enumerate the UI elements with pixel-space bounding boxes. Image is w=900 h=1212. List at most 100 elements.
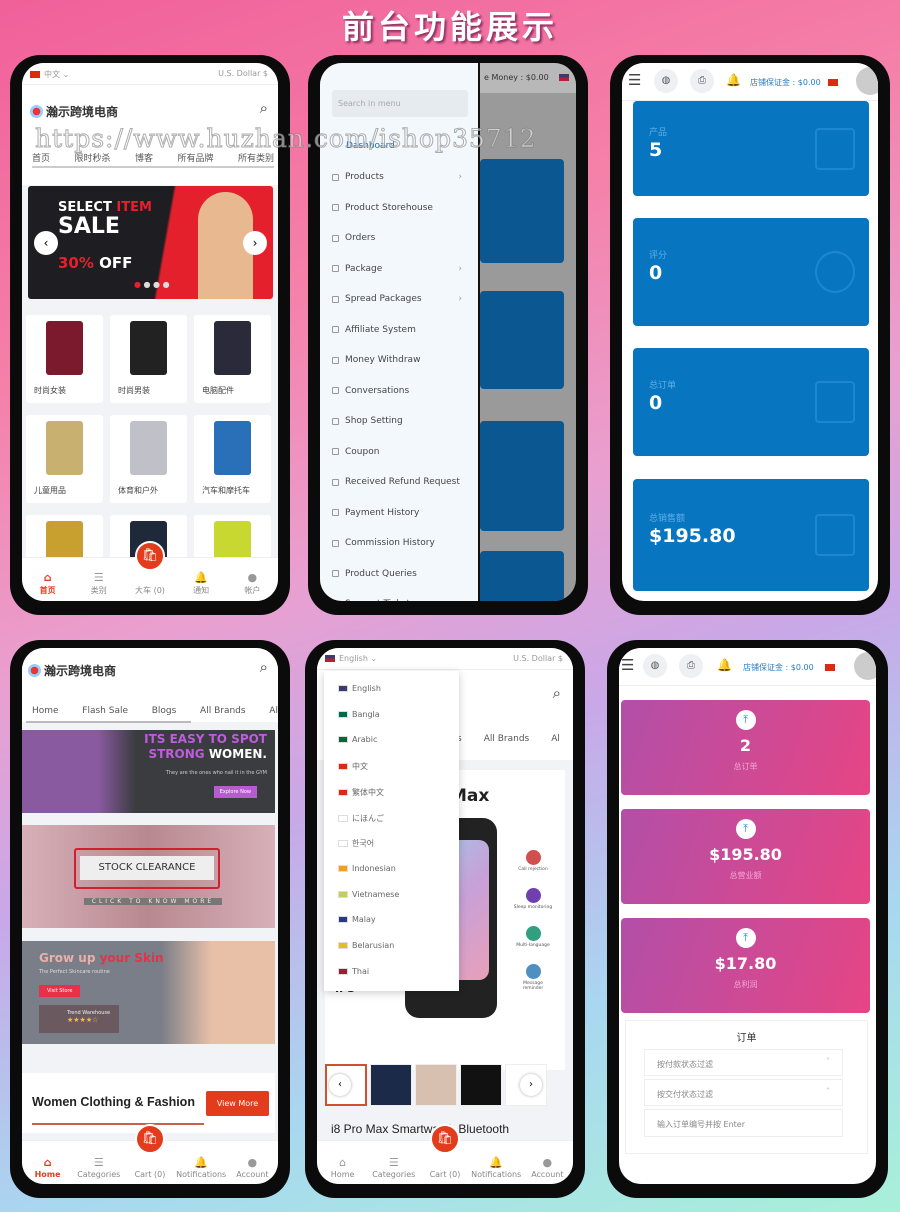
language-option[interactable]: Thai [338,967,369,976]
nav-tab[interactable]: Home [32,706,59,716]
hamburger-menu-icon[interactable]: ☰ [628,71,641,89]
language-option[interactable]: 中文 [338,761,368,772]
sidebar-item[interactable]: Money Withdraw [332,355,462,365]
flag-icon[interactable] [825,664,835,671]
sidebar-item[interactable]: Conversations [332,386,462,396]
nav-tab[interactable]: Al [269,706,278,716]
nav-tab[interactable]: 首页 [32,151,50,164]
thumbnail-prev-button[interactable]: ‹ [329,1074,351,1096]
thumbnail-next-button[interactable]: › [520,1074,542,1096]
view-more-button[interactable]: View More [206,1091,269,1116]
nav-tab[interactable]: Flash Sale [82,706,128,716]
bottom-nav-item[interactable]: 🔔 通知 [176,571,226,596]
language-option[interactable]: Indonesian [338,864,396,873]
language-option[interactable]: 繁体中文 [338,787,384,798]
language-option[interactable]: Belarusian [338,941,394,950]
currency-selector[interactable]: U.S. Dollar $ [218,69,268,78]
nav-tab[interactable]: All Brands [484,734,530,744]
search-icon[interactable]: ⌕ [553,684,561,702]
stat-card[interactable]: ⤒ 2 总订单 [621,700,870,795]
nav-tab[interactable]: 博客 [135,151,153,164]
bottom-nav-item[interactable]: ⌂ Home [23,1156,73,1179]
bottom-nav-item[interactable]: ⌂ 首页 [23,571,73,596]
product-thumbnail[interactable] [460,1064,502,1106]
sidebar-item[interactable]: Payment History [332,508,462,518]
avatar[interactable] [856,67,878,95]
bottom-nav-item[interactable]: ☰ Categories [74,1156,124,1179]
bottom-nav-item[interactable]: 🔔 Notifications [176,1156,226,1179]
nav-tab[interactable]: Al [551,734,560,744]
language-option[interactable]: Vietnamese [338,890,399,899]
stat-card[interactable]: 总订单 0 [633,348,869,456]
sidebar-item[interactable]: Commission History [332,538,462,548]
category-card[interactable]: 汽车和摩托车 [194,415,271,503]
stat-card[interactable]: ⤒ $195.80 总营业额 [621,809,870,904]
bottom-nav-item[interactable]: ● Account [227,1156,277,1179]
language-option[interactable]: English [338,684,381,693]
bottom-nav-item[interactable]: Cart (0) [125,1156,175,1179]
sidebar-item[interactable]: Orders [332,233,462,243]
search-icon[interactable]: ⌕ [260,99,268,117]
bottom-nav-item[interactable]: ⌂ Home [318,1156,368,1179]
cart-button[interactable]: 🛍 [135,1124,165,1154]
language-option[interactable]: Bangla [338,710,380,719]
stat-card[interactable]: 总销售额 $195.80 [633,479,869,591]
language-option[interactable]: Arabic [338,735,377,744]
language-selector[interactable]: 中文 ⌄ [30,69,69,80]
sidebar-item[interactable]: Coupon [332,447,462,457]
sidebar-item[interactable]: Products › [332,172,462,182]
sidebar-item[interactable]: Support Ticket [332,599,462,601]
carousel-prev-button[interactable]: ‹ [34,231,58,255]
banner-strong-women[interactable]: ITS EASY TO SPOT STRONG WOMEN. They are … [22,730,275,813]
visit-store-button[interactable]: Visit Store [39,985,81,997]
bottom-nav-item[interactable]: ● 帐户 [227,571,277,596]
flag-icon[interactable] [828,79,838,86]
order-search-input[interactable]: 输入订单编号并按 Enter [644,1109,843,1137]
category-card[interactable]: 时尚男装 [110,315,187,403]
bell-icon[interactable]: 🔔 [717,658,732,672]
bottom-nav-item[interactable]: Cart (0) [420,1156,470,1179]
currency-selector[interactable]: U.S. Dollar $ [513,654,563,663]
nav-tab[interactable]: 所有类别 [238,151,274,164]
sidebar-item[interactable]: Shop Setting [332,416,462,426]
banner-skincare[interactable]: Grow up your Skin The Perfect Skincare r… [22,941,275,1044]
category-card[interactable]: 电脑配件 [194,315,271,403]
category-card[interactable]: 时尚女装 [26,315,103,403]
logo[interactable]: 瀚示跨境电商 [28,662,116,679]
explore-now-button[interactable]: Explore Now [213,786,257,798]
category-card[interactable]: 体育和户外 [110,415,187,503]
language-option[interactable]: Malay [338,915,376,924]
bottom-nav-item[interactable]: ☰ 类别 [74,571,124,596]
product-thumbnail[interactable] [370,1064,412,1106]
sidebar-item[interactable]: Received Refund Request [332,477,462,487]
cart-button[interactable]: 🛍 [430,1124,460,1154]
logo[interactable]: 瀚示跨境电商 [30,103,118,120]
nav-tab[interactable]: Blogs [152,706,177,716]
bottom-nav-item[interactable]: 🔔 Notifications [471,1156,521,1179]
category-card[interactable]: 儿童用品 [26,415,103,503]
delivery-status-filter[interactable]: 按交付状态过滤 ˄ [644,1079,843,1106]
nav-tab[interactable]: 所有品牌 [177,151,213,164]
sidebar-item[interactable]: Spread Packages › [332,294,462,304]
payment-status-filter[interactable]: 按付款状态过滤 ˄ [644,1049,843,1076]
sidebar-item-dashboard[interactable]: Dashboard [346,141,395,151]
bottom-nav-item[interactable]: ☰ Categories [369,1156,419,1179]
nav-tab[interactable]: All Brands [200,706,246,716]
sidebar-item[interactable]: Package › [332,264,462,274]
carousel-next-button[interactable]: › [243,231,267,255]
printer-icon[interactable]: ⎙ [690,69,714,93]
sidebar-item[interactable]: Product Queries [332,569,462,579]
language-selector[interactable]: English ⌄ [325,654,377,663]
menu-search-input[interactable]: Search in menu [332,90,468,117]
stat-card[interactable]: 评分 0 [633,218,869,326]
promo-banner[interactable]: SELECT ITEM SALE 30% OFF ‹ › ● ● ● ● [28,186,273,299]
bottom-nav-item[interactable]: 大车 (0) [125,571,175,596]
bottom-nav-item[interactable]: ● Account [522,1156,572,1179]
language-option[interactable]: 한국어 [338,838,374,849]
banner-stock-clearance[interactable]: STOCK CLEARANCE CLICK TO KNOW MORE [22,825,275,928]
cart-button[interactable]: 🛍 [135,541,165,571]
avatar[interactable] [854,652,876,680]
printer-icon[interactable]: ⎙ [679,654,703,678]
hamburger-menu-icon[interactable]: ☰ [621,656,634,674]
stat-card[interactable]: 产品 5 [633,101,869,196]
